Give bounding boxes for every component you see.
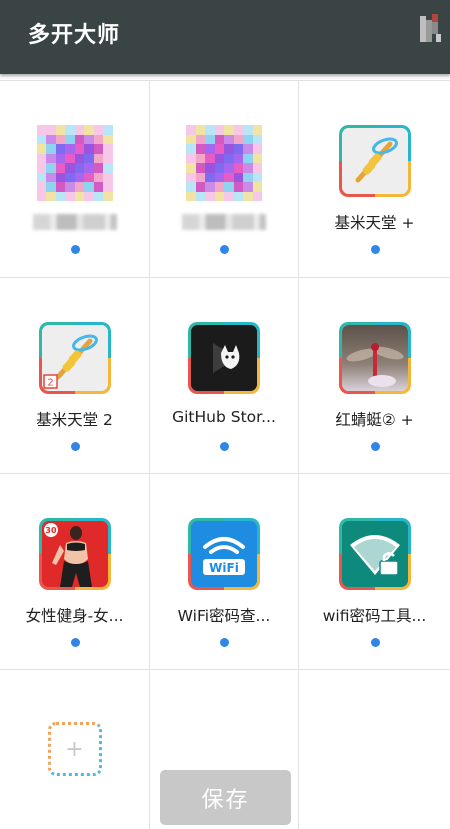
app-label-blurred [182,214,266,230]
status-dot [220,442,229,451]
wifi-badge-icon: WiFi [188,518,260,590]
app-tile[interactable] [0,81,150,278]
dragonfly-photo-icon [338,322,411,394]
app-tile[interactable]: WiFi WiFi密码查... [150,474,299,670]
cat-play-icon [188,322,260,394]
blurred-app-icon [186,125,262,201]
wifi-lock-icon [338,518,411,590]
fitness-woman-icon: 30 [38,518,111,590]
empty-tile [299,670,450,829]
kebab-skewer-icon: 2 [38,322,111,394]
wifi-text: WiFi [209,561,239,575]
status-dot [220,638,229,647]
app-label: wifi密码工具... [322,607,427,625]
app-label: WiFi密码查... [177,607,271,625]
top-app-bar: 多开大师 [0,0,450,74]
status-dot [370,442,380,451]
status-dot [70,245,80,254]
app-title: 多开大师 [28,23,121,48]
status-dot [220,245,229,254]
app-label: 女性健身-女... [25,607,124,625]
app-tile[interactable]: 红蜻蜓② + [299,278,450,474]
clone-badge: 2 [47,378,53,389]
app-tile[interactable] [150,81,299,278]
status-dot [370,638,380,647]
kebab-skewer-icon [338,125,411,197]
app-label-blurred [32,214,117,230]
app-tile[interactable]: wifi密码工具... [299,474,450,670]
overflow-menu-icon[interactable] [420,14,442,44]
app-label: 基米天堂 + [334,214,415,232]
save-button[interactable]: 保存 [160,770,291,825]
plus-icon: + [65,736,84,762]
app-label: 基米天堂 2 [36,411,113,429]
add-app-button[interactable]: + [47,722,102,776]
status-dot [70,442,80,451]
app-label: 红蜻蜓② + [335,411,414,429]
days-badge: 30 [45,526,57,535]
blurred-app-icon [36,125,113,201]
status-dot [70,638,80,647]
add-app-tile[interactable]: + [0,670,150,829]
app-tile[interactable]: GitHub Stor... [150,278,299,474]
app-grid: 基米天堂 + 2 基米天堂 2 GitHub Stor... 红蜻蜓② + 30… [0,80,450,829]
status-dot [370,245,380,254]
app-label: GitHub Stor... [172,408,276,426]
app-tile[interactable]: 基米天堂 + [299,81,450,278]
app-tile[interactable]: 2 基米天堂 2 [0,278,150,474]
app-tile[interactable]: 30 女性健身-女... [0,474,150,670]
